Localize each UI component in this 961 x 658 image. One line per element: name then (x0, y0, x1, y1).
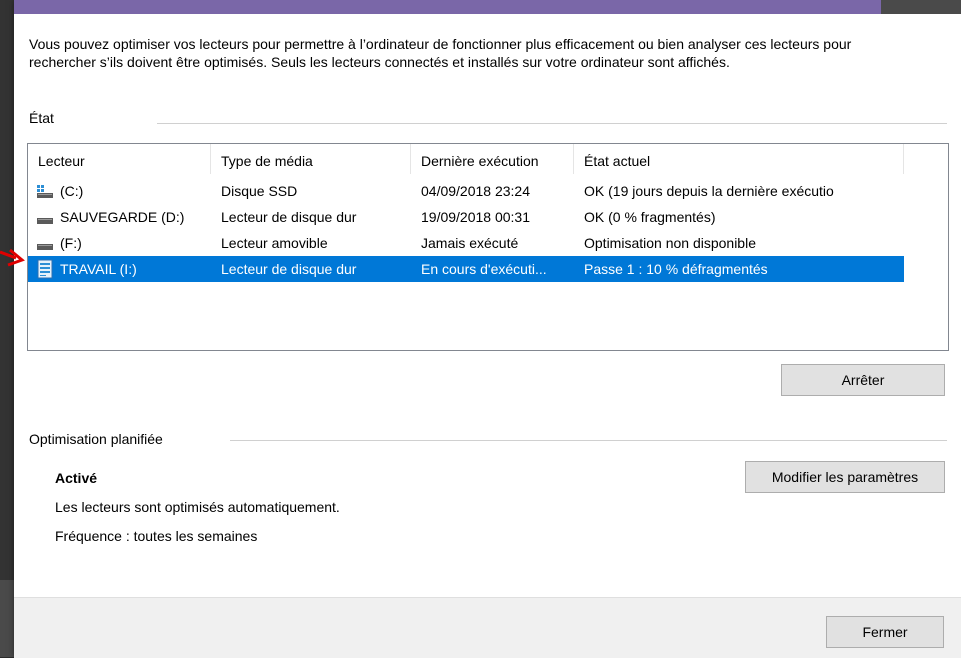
close-button[interactable]: Fermer (826, 616, 944, 648)
drive-status: OK (19 jours depuis la dernière exécutio (584, 183, 834, 199)
drive-row-c[interactable]: (C:) Disque SSD 04/09/2018 23:24 OK (19 … (28, 178, 904, 204)
dialog-footer: Fermer (14, 597, 961, 658)
drive-name: SAUVEGARDE (D:) (60, 209, 185, 225)
drives-list-header: Lecteur Type de média Dernière exécution… (28, 144, 948, 174)
intro-text: Vous pouvez optimiser vos lecteurs pour … (29, 36, 852, 70)
drive-row-f[interactable]: (F:) Lecteur amovible Jamais exécuté Opt… (28, 230, 904, 256)
hard-drive-icon (37, 218, 53, 224)
stop-button[interactable]: Arrêter (781, 364, 945, 396)
drive-last-run: En cours d'exécuti... (421, 261, 547, 277)
optimize-drives-dialog: Vous pouvez optimiser vos lecteurs pour … (14, 0, 961, 658)
state-group-divider (157, 123, 947, 124)
annotation-arrow-icon (0, 248, 25, 267)
schedule-group-divider (230, 440, 947, 441)
drive-name: (F:) (60, 235, 82, 251)
drive-status: Passe 1 : 10 % défragmentés (584, 261, 768, 277)
drive-last-run: Jamais exécuté (421, 235, 519, 251)
drive-last-run: 19/09/2018 00:31 (421, 209, 530, 225)
drive-status: OK (0 % fragmentés) (584, 209, 716, 225)
removable-drive-icon (37, 244, 53, 250)
schedule-description: Les lecteurs sont optimisés automatiquem… (55, 499, 340, 515)
schedule-status: Activé (55, 470, 98, 486)
schedule-frequency: Fréquence : toutes les semaines (55, 528, 258, 544)
drive-last-run: 04/09/2018 23:24 (421, 183, 530, 199)
schedule-group-label: Optimisation planifiée (29, 431, 163, 447)
defrag-in-progress-icon (37, 259, 53, 279)
window-accent-bar (14, 0, 961, 14)
column-header-current-status[interactable]: État actuel (574, 144, 904, 174)
drive-media-type: Lecteur de disque dur (221, 209, 357, 225)
desktop-background-left (0, 0, 14, 657)
drive-name: (C:) (60, 183, 84, 199)
column-header-media-type[interactable]: Type de média (211, 144, 411, 174)
drive-status: Optimisation non disponible (584, 235, 756, 251)
ssd-drive-icon (37, 185, 53, 198)
column-header-last-run[interactable]: Dernière exécution (411, 144, 574, 174)
drive-name: TRAVAIL (I:) (60, 261, 137, 277)
window-title-dark-area (881, 0, 961, 14)
drive-media-type: Disque SSD (221, 183, 298, 199)
modify-settings-button[interactable]: Modifier les paramètres (745, 461, 945, 493)
drive-media-type: Lecteur de disque dur (221, 261, 357, 277)
drive-row-i[interactable]: TRAVAIL (I:) Lecteur de disque dur En co… (28, 256, 904, 282)
drive-row-d[interactable]: SAUVEGARDE (D:) Lecteur de disque dur 19… (28, 204, 904, 230)
column-header-drive[interactable]: Lecteur (28, 144, 211, 174)
drives-list[interactable]: Lecteur Type de média Dernière exécution… (27, 143, 949, 351)
drive-media-type: Lecteur amovible (221, 235, 328, 251)
state-group-label: État (29, 110, 54, 126)
desktop-background-left-lower (0, 580, 14, 657)
